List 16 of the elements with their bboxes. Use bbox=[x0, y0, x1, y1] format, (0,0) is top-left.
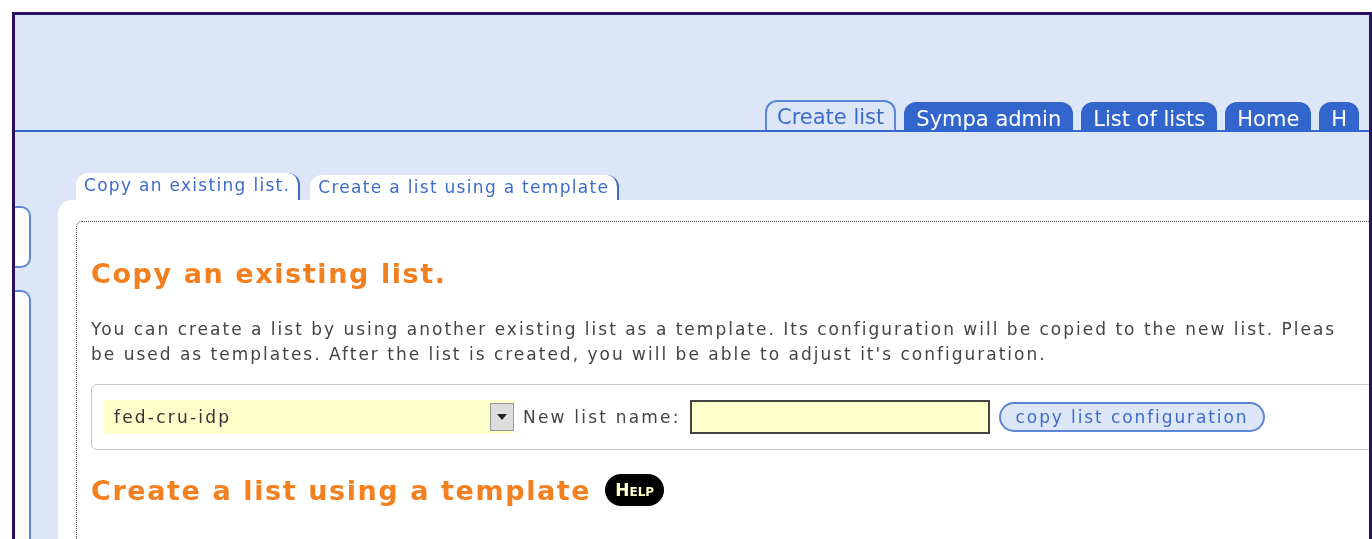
nav-tab[interactable]: Home bbox=[1225, 102, 1312, 130]
new-list-name-label: New list name: bbox=[523, 407, 681, 427]
list-select[interactable]: fed-cru-idp bbox=[104, 400, 514, 434]
help-button[interactable]: Help bbox=[605, 474, 665, 506]
side-panel bbox=[15, 206, 31, 268]
nav-tab[interactable]: H bbox=[1319, 102, 1360, 130]
copy-list-configuration-button[interactable]: copy list configuration bbox=[998, 402, 1266, 432]
nav-tab[interactable]: List of lists bbox=[1081, 102, 1218, 130]
description-paragraph: You can create a list by using another existing list as a template. Its configuration will be copied to the new list. Pleas be used as templates. After the list is created, you will be able to adjust it's configuration. bbox=[91, 318, 1338, 366]
section-heading: Copy an existing list. bbox=[91, 258, 448, 289]
new-list-name-field[interactable] bbox=[689, 400, 990, 434]
section-heading: Create a list using a template bbox=[91, 474, 592, 506]
sub-tab[interactable]: Copy an existing list. bbox=[76, 173, 301, 200]
sub-tab[interactable]: Create a list using a template bbox=[310, 175, 620, 200]
nav-tab[interactable]: Create list bbox=[765, 100, 897, 130]
nav-tab[interactable]: Sympa admin bbox=[904, 102, 1074, 130]
